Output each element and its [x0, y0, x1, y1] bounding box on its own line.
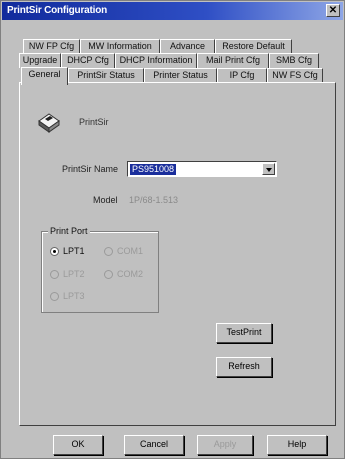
model-value: 1P/68-1.513 — [129, 195, 179, 205]
close-icon[interactable]: ✕ — [326, 4, 340, 17]
title-bar[interactable]: PrintSir Configuration ✕ — [2, 2, 343, 20]
print-port-legend: Print Port — [48, 226, 90, 236]
radio-lpt1-label: LPT1 — [63, 246, 85, 256]
device-label: PrintSir — [79, 117, 109, 127]
tab-general[interactable]: General — [21, 67, 68, 85]
printsir-name-select[interactable]: PS951008 — [127, 161, 277, 177]
tab-upgrade[interactable]: Upgrade — [19, 53, 61, 68]
tab-dhcp-cfg[interactable]: DHCP Cfg — [61, 53, 115, 68]
tab-restore-default[interactable]: Restore Default — [215, 39, 292, 54]
tab-nw-fs-cfg[interactable]: NW FS Cfg — [267, 68, 323, 83]
radio-com1-label: COM1 — [117, 246, 144, 256]
printsir-name-value: PS951008 — [130, 164, 177, 175]
ok-button[interactable]: OK — [53, 435, 103, 455]
tab-advance[interactable]: Advance — [160, 39, 215, 54]
tab-dhcp-information[interactable]: DHCP Information — [115, 53, 197, 68]
tab-printsir-status[interactable]: PrintSir Status — [68, 68, 144, 83]
tab-printer-status[interactable]: Printer Status — [144, 68, 217, 83]
radio-com2[interactable] — [104, 270, 113, 279]
tab-ip-cfg[interactable]: IP Cfg — [217, 68, 267, 83]
chevron-down-icon[interactable] — [262, 163, 275, 175]
window-title: PrintSir Configuration — [7, 5, 108, 16]
apply-button[interactable]: Apply — [197, 435, 253, 455]
radio-lpt3-label: LPT3 — [63, 291, 85, 301]
cancel-button[interactable]: Cancel — [124, 435, 184, 455]
radio-lpt2-label: LPT2 — [63, 269, 85, 279]
help-button[interactable]: Help — [267, 435, 327, 455]
tab-mail-print-cfg[interactable]: Mail Print Cfg — [197, 53, 269, 68]
printsir-name-label: PrintSir Name — [62, 164, 119, 174]
radio-com2-label: COM2 — [117, 269, 144, 279]
radio-com1[interactable] — [104, 247, 113, 256]
refresh-button[interactable]: Refresh — [216, 357, 272, 377]
test-print-button[interactable]: TestPrint — [216, 323, 272, 343]
model-label: Model — [93, 195, 118, 205]
configuration-window: PrintSir Configuration ✕ NW FP Cfg MW In… — [0, 0, 345, 459]
tab-smb-cfg[interactable]: SMB Cfg — [269, 53, 319, 68]
tab-mw-information[interactable]: MW Information — [80, 39, 160, 54]
radio-lpt3[interactable] — [50, 292, 59, 301]
printer-icon — [38, 113, 60, 133]
radio-lpt2[interactable] — [50, 270, 59, 279]
radio-lpt1[interactable] — [50, 247, 59, 256]
tab-nw-fp-cfg[interactable]: NW FP Cfg — [23, 39, 80, 54]
